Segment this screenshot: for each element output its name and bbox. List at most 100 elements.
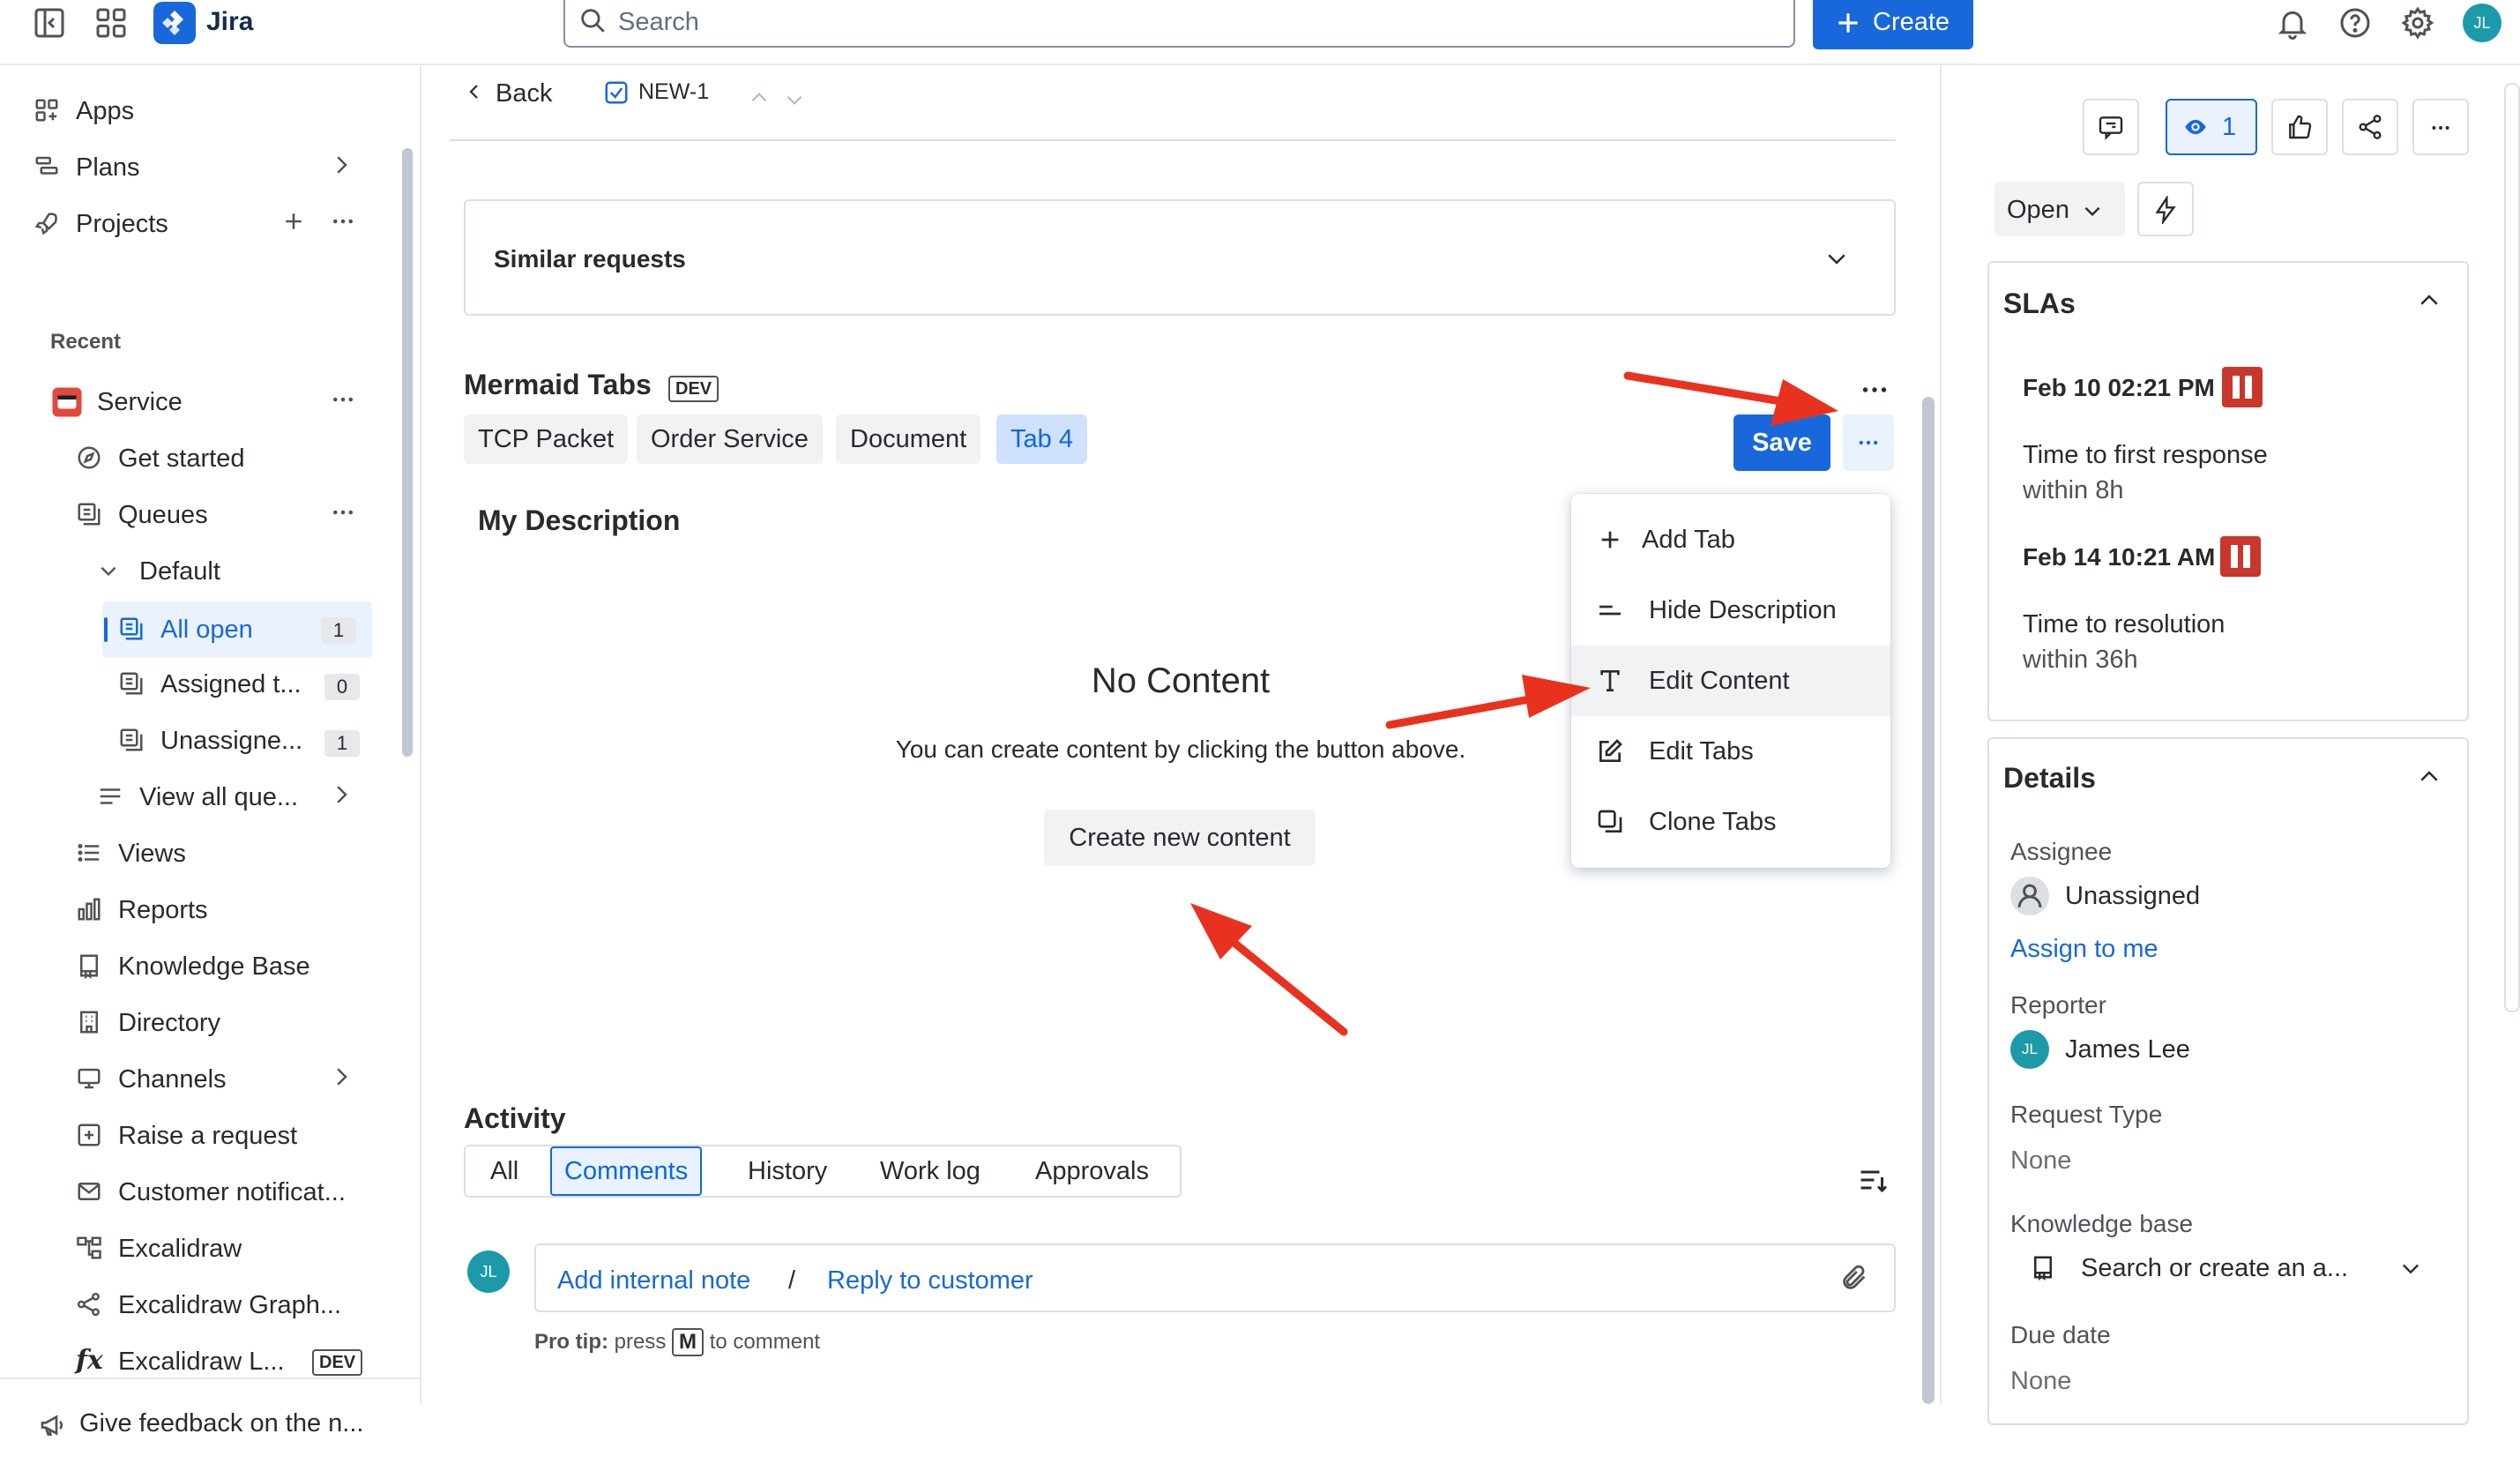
sidebar-item-label: Reports: [118, 896, 208, 924]
request-type-value[interactable]: None: [2010, 1146, 2071, 1176]
sidebar-item-get-started[interactable]: Get started: [0, 432, 388, 482]
eye-icon: [2181, 115, 2210, 139]
sidebar-item-channels[interactable]: Channels: [0, 1053, 388, 1102]
menu-item-edit-tabs[interactable]: Edit Tabs: [1571, 716, 1890, 787]
tab-4[interactable]: Tab 4: [996, 414, 1087, 464]
views-list-icon: [76, 840, 102, 866]
sidebar-item-plans[interactable]: Plans: [0, 141, 388, 190]
search-input[interactable]: Search: [563, 0, 1795, 48]
sidebar-item-reports[interactable]: Reports: [0, 884, 388, 933]
more-options-icon[interactable]: [330, 499, 356, 526]
give-feedback-link[interactable]: Give feedback on the n...: [0, 1378, 420, 1471]
menu-item-add-tab[interactable]: Add Tab: [1571, 504, 1890, 575]
pro-tip-press: press: [614, 1330, 667, 1354]
user-avatar[interactable]: JL: [2463, 4, 2501, 42]
sidebar-item-service[interactable]: Service: [0, 376, 388, 425]
menu-item-clone-tabs[interactable]: Clone Tabs: [1571, 787, 1890, 857]
sidebar-item-knowledge-base[interactable]: Knowledge Base: [0, 940, 388, 989]
sidebar-item-label: Raise a request: [118, 1122, 298, 1150]
reporter-avatar: JL: [2010, 1030, 2049, 1069]
building-icon: [76, 1009, 102, 1035]
chat-feedback-icon: [2097, 113, 2125, 141]
jira-logo-icon[interactable]: [153, 2, 196, 44]
status-dropdown[interactable]: Open: [1994, 182, 2125, 236]
watch-button[interactable]: 1: [2166, 99, 2257, 155]
app-switcher-icon[interactable]: [93, 5, 129, 41]
activity-tab-comments[interactable]: Comments: [550, 1146, 703, 1196]
attachment-icon[interactable]: [1839, 1263, 1869, 1293]
notifications-bell-icon[interactable]: [2275, 5, 2310, 41]
commenter-avatar: JL: [467, 1251, 510, 1293]
automation-button[interactable]: [2137, 182, 2194, 236]
sidebar-item-directory[interactable]: Directory: [0, 997, 388, 1046]
add-internal-note-link[interactable]: Add internal note: [557, 1266, 750, 1296]
like-button[interactable]: [2271, 99, 2328, 155]
assignee-value[interactable]: Unassigned: [2065, 882, 2200, 911]
sla-first-response-target: within 8h: [2023, 476, 2124, 504]
add-project-icon[interactable]: [280, 208, 307, 235]
menu-item-edit-content[interactable]: Edit Content: [1571, 646, 1890, 716]
feedback-button[interactable]: [2083, 99, 2139, 155]
sidebar-item-views[interactable]: Views: [0, 827, 388, 877]
sidebar-item-default[interactable]: Default: [0, 545, 388, 594]
help-icon[interactable]: [2337, 5, 2373, 41]
menu-item-hide-description[interactable]: Hide Description: [1571, 575, 1890, 646]
sidebar-item-queues[interactable]: Queues: [0, 489, 388, 538]
previous-issue-icon[interactable]: [748, 86, 771, 109]
chevron-up-icon[interactable]: [2416, 287, 2442, 314]
sidebar-item-label: All open: [160, 616, 253, 644]
right-panel-scrollbar[interactable]: [2504, 83, 2520, 1012]
annotation-arrowhead: [1190, 903, 1252, 960]
feedback-label: Give feedback on the n...: [79, 1409, 364, 1437]
sidebar-toggle-icon[interactable]: [32, 5, 67, 41]
more-actions-button[interactable]: [2412, 99, 2469, 155]
create-new-content-button[interactable]: Create new content: [1044, 810, 1316, 866]
annotation-arrow-to-create-content: [1226, 936, 1348, 1036]
activity-tab-work-log[interactable]: Work log: [868, 1145, 993, 1198]
activity-tab-approvals[interactable]: Approvals: [1023, 1145, 1161, 1198]
save-button[interactable]: Save: [1733, 414, 1830, 471]
similar-requests-panel[interactable]: Similar requests: [464, 199, 1896, 316]
activity-tab-history[interactable]: History: [735, 1145, 839, 1198]
more-options-icon[interactable]: [330, 386, 356, 413]
app-name[interactable]: Jira: [206, 7, 253, 37]
sidebar-item-excalidraw[interactable]: Excalidraw: [0, 1222, 388, 1272]
add-square-icon: [76, 1122, 102, 1148]
more-options-icon[interactable]: [1859, 374, 1890, 397]
share-button[interactable]: [2342, 99, 2398, 155]
sidebar-item-customer-notifications[interactable]: Customer notificat...: [0, 1166, 388, 1215]
activity-tab-all[interactable]: All: [478, 1145, 531, 1198]
tab-document[interactable]: Document: [836, 414, 981, 464]
more-options-icon[interactable]: [330, 208, 356, 235]
tabs-more-actions-button[interactable]: [1843, 414, 1894, 471]
main-scrollbar[interactable]: [1922, 397, 1935, 1404]
comment-box[interactable]: Add internal note / Reply to customer: [534, 1243, 1896, 1312]
knowledge-base-select[interactable]: Search or create an a...: [2010, 1242, 2451, 1295]
assign-to-me-link[interactable]: Assign to me: [2010, 935, 2158, 964]
due-date-value[interactable]: None: [2010, 1367, 2071, 1396]
settings-gear-icon[interactable]: [2400, 5, 2435, 41]
reply-to-customer-link[interactable]: Reply to customer: [827, 1266, 1033, 1296]
sidebar-item-projects[interactable]: Projects: [0, 198, 388, 247]
sidebar-item-excalidraw-graph[interactable]: Excalidraw Graph...: [0, 1279, 388, 1328]
sidebar-item-all-open[interactable]: All open 1: [102, 601, 372, 658]
sort-icon[interactable]: [1857, 1164, 1889, 1196]
details-title: Details: [2003, 762, 2096, 794]
pro-tip: Pro tip: press M to comment: [534, 1328, 820, 1356]
tab-tcp-packet[interactable]: TCP Packet: [464, 414, 629, 464]
queues-icon: [76, 501, 102, 527]
lightning-bolt-icon: [2151, 196, 2180, 224]
tab-order-service[interactable]: Order Service: [637, 414, 823, 464]
sidebar-item-apps[interactable]: Apps: [0, 85, 388, 134]
chevron-up-icon[interactable]: [2416, 764, 2442, 790]
search-icon: [578, 5, 608, 35]
comment-separator: /: [788, 1266, 796, 1295]
status-value: Open: [2007, 196, 2069, 224]
sidebar-item-raise-request[interactable]: Raise a request: [0, 1109, 388, 1159]
reporter-label: Reporter: [2010, 991, 2106, 1019]
reporter-value[interactable]: James Lee: [2065, 1035, 2190, 1064]
create-button[interactable]: Create: [1813, 0, 1973, 49]
function-icon: fx: [76, 1345, 103, 1376]
next-issue-icon[interactable]: [783, 88, 806, 111]
sidebar-item-view-all-queues[interactable]: View all que...: [0, 771, 388, 820]
